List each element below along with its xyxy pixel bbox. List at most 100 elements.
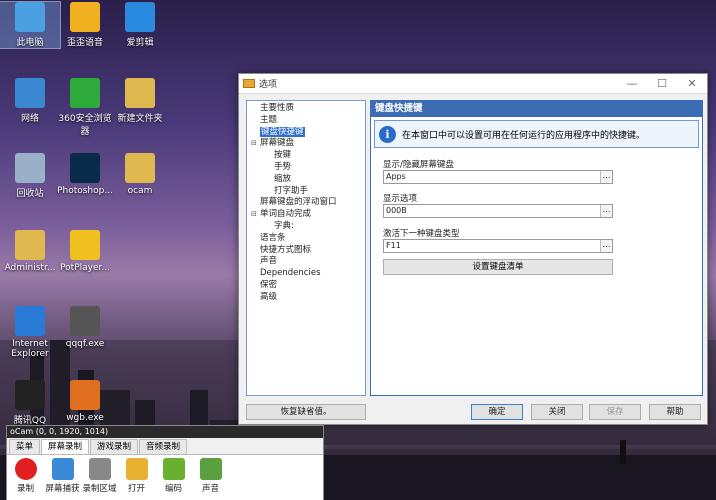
tree-item-label: 高级	[260, 291, 278, 302]
ocam-toolbar: 录制 屏幕捕获 录制区域 打开 编码 声音	[7, 454, 323, 500]
tree-item[interactable]: 打字助手	[247, 186, 365, 198]
desktop-icon-label: ocam	[127, 186, 153, 196]
ocam-tool-label: 录制区域	[82, 484, 117, 494]
ocam-tab[interactable]: 游戏录制	[90, 439, 139, 454]
desktop-icon[interactable]: 歪歪语音	[55, 2, 115, 48]
hotkey-value: F11	[386, 241, 401, 250]
ocam-tool-button[interactable]: 录制区域	[81, 458, 118, 500]
hotkey-field-toggle-keyboard[interactable]: Apps …	[383, 170, 613, 184]
ocam-window: oCam (0, 0, 1920, 1014) 菜单 屏幕录制 游戏录制 音频录制 录…	[6, 425, 324, 500]
tree-item[interactable]: Dependencies	[247, 268, 365, 280]
tree-item[interactable]: 手势	[247, 162, 365, 174]
dialog-titlebar[interactable]: 选项 — ☐ ✕	[239, 74, 707, 94]
desktop-icon-label: 回收站	[16, 189, 44, 199]
desktop-icon-label: wgb.exe	[66, 413, 104, 423]
ellipsis-button[interactable]: …	[600, 240, 612, 252]
tree-item[interactable]: 保密	[247, 280, 365, 292]
tree-item[interactable]: 快捷方式图标	[247, 245, 365, 257]
tree-item-label: 声音	[260, 256, 278, 267]
desktop-icon[interactable]: 回收站	[0, 153, 60, 199]
tree-item[interactable]: 缩放	[247, 174, 365, 186]
ocam-tool-label: 打开	[127, 484, 145, 494]
desktop-icon[interactable]: Administr...	[0, 230, 60, 273]
desktop-icon[interactable]: 新建文件夹	[110, 78, 170, 124]
ocam-tool-button[interactable]: 声音	[192, 458, 229, 500]
computer-icon	[15, 2, 45, 32]
ok-button[interactable]: 确定	[471, 404, 523, 420]
close-button[interactable]: 关闭	[531, 404, 583, 420]
field-label-show-options: 显示选项	[383, 194, 418, 204]
tree-item-label: 键盘快捷键	[260, 126, 305, 137]
desktop-icon-label: 新建文件夹	[117, 114, 163, 124]
tree-item[interactable]: ⊟ 单词自动完成	[247, 209, 365, 221]
ocam-titlebar[interactable]: oCam (0, 0, 1920, 1014)	[7, 426, 323, 438]
open-folder-icon	[125, 458, 148, 480]
restore-defaults-button[interactable]: 恢复缺省值。	[246, 404, 366, 420]
desktop-icon[interactable]: 网络	[0, 78, 60, 124]
desktop-icon[interactable]: Internet Explorer	[0, 306, 60, 359]
ocam-tab[interactable]: 音频录制	[139, 439, 188, 454]
tree-item[interactable]: 主题	[247, 115, 365, 127]
tree-item[interactable]: 语言条	[247, 233, 365, 245]
desktop-icon[interactable]: 360安全浏览器	[55, 78, 115, 137]
tree-item[interactable]: ⊟ 屏幕键盘	[247, 138, 365, 150]
photoshop-icon	[70, 153, 100, 183]
wgb-icon	[70, 380, 100, 410]
desktop-icon-label: 360安全浏览器	[58, 114, 112, 137]
desktop-icon-label: 此电脑	[16, 38, 44, 48]
ocam-tool-button[interactable]: 编码	[155, 458, 192, 500]
close-icon[interactable]: ✕	[677, 77, 707, 90]
tree-item[interactable]: 声音	[247, 256, 365, 268]
desktop-icon[interactable]: 腾讯QQ	[0, 380, 60, 426]
ocam-tab[interactable]: 菜单	[9, 439, 41, 454]
recycle-bin-icon	[15, 153, 45, 183]
tree-item-label: Dependencies	[260, 268, 321, 279]
screen-capture-icon	[51, 458, 74, 480]
tree-item[interactable]: 屏幕键盘的浮动窗口	[247, 197, 365, 209]
keyboard-app-icon	[243, 79, 255, 88]
maximize-icon[interactable]: ☐	[647, 77, 677, 90]
tree-item[interactable]: 高级	[247, 292, 365, 304]
desktop-icon[interactable]: wgb.exe	[55, 380, 115, 423]
desktop-icon[interactable]: Photoshop...	[55, 153, 115, 196]
options-dialog: 选项 — ☐ ✕ 主要性质 主题 键盘快捷键 ⊟ 屏幕键盘 按键 手势 缩放 打字助手 屏幕键盘的…	[238, 73, 708, 425]
ocam-tool-button[interactable]: 屏幕捕获	[44, 458, 81, 500]
ocam-tab[interactable]: 屏幕录制	[41, 439, 90, 454]
tree-item-label: 按键	[274, 150, 292, 161]
save-button[interactable]: 保存	[589, 404, 641, 420]
tree-item[interactable]: 键盘快捷键	[247, 126, 365, 139]
tree-item[interactable]: 按键	[247, 150, 365, 162]
tree-item[interactable]: 主要性质	[247, 103, 365, 115]
desktop-icon[interactable]: qqqf.exe	[55, 306, 115, 349]
ie-icon	[15, 306, 45, 336]
desktop-icon[interactable]: PotPlayer...	[55, 230, 115, 273]
potplayer-icon	[70, 230, 100, 260]
tree-item-label: 单词自动完成	[260, 209, 312, 220]
hotkey-field-next-keyboard[interactable]: F11 …	[383, 239, 613, 253]
desktop-icon[interactable]: 此电脑	[0, 1, 61, 49]
collapse-icon[interactable]: ⊟	[251, 209, 260, 221]
360-browser-icon	[70, 78, 100, 108]
record-icon	[14, 458, 37, 480]
ocam-tool-label: 编码	[164, 484, 182, 494]
tree-item-label: 保密	[260, 279, 278, 290]
desktop-icon[interactable]: 爱剪辑	[110, 2, 170, 48]
tree-item[interactable]: 字典:	[247, 221, 365, 233]
settings-panel: 键盘快捷键 i 在本窗口中可以设置可用在任何运行的应用程序中的快捷键。 显示/隐…	[370, 100, 703, 396]
help-button[interactable]: 帮助	[649, 404, 701, 420]
ellipsis-button[interactable]: …	[600, 205, 612, 217]
info-box: i 在本窗口中可以设置可用在任何运行的应用程序中的快捷键。	[374, 120, 699, 148]
hotkey-value: Apps	[386, 172, 406, 181]
ocam-tool-label: 录制	[16, 484, 34, 494]
info-text: 在本窗口中可以设置可用在任何运行的应用程序中的快捷键。	[402, 130, 646, 141]
minimize-icon[interactable]: —	[617, 77, 647, 90]
desktop-icon[interactable]: ocam	[110, 153, 170, 196]
keyboard-list-button[interactable]: 设置键盘清单	[383, 259, 613, 275]
tree-item-label: 快捷方式图标	[260, 244, 312, 255]
options-tree[interactable]: 主要性质 主题 键盘快捷键 ⊟ 屏幕键盘 按键 手势 缩放 打字助手 屏幕键盘的浮动窗口 ⊟ 单词自动…	[246, 100, 366, 396]
ocam-tool-button[interactable]: 打开	[118, 458, 155, 500]
ellipsis-button[interactable]: …	[600, 171, 612, 183]
hotkey-field-show-options[interactable]: 000B …	[383, 204, 613, 218]
collapse-icon[interactable]: ⊟	[251, 138, 260, 150]
ocam-tool-button[interactable]: 录制	[7, 458, 44, 500]
